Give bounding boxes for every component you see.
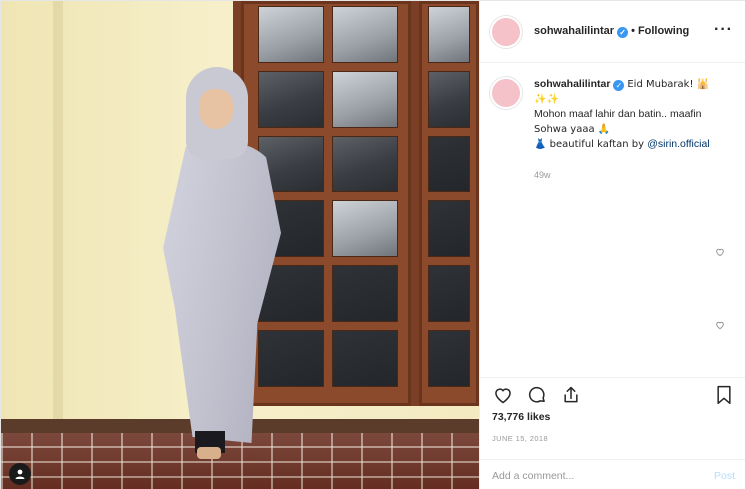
caption-line-1b: ✨✨ [534,94,559,105]
caption-line-1: Eid Mubarak! 🕌 [627,79,710,90]
comments-area: sohwahalilintar ✓ Eid Mubarak! 🕌 ✨✨ Mohon… [480,63,745,377]
comment-like-icon[interactable] [715,247,725,260]
post-container: sohwahalilintar ✓ • Following ··· sohwahali… [0,0,745,489]
comment-icon [528,386,545,403]
bookmark-icon [717,385,731,405]
user-tag-icon[interactable] [9,463,31,485]
share-button[interactable] [560,384,582,406]
mention-link[interactable]: @sirin.official [647,138,709,150]
post-side-panel: sohwahalilintar ✓ • Following ··· sohwahali… [479,1,745,489]
share-icon [564,386,578,403]
photo-person [151,61,291,461]
post-caption: sohwahalilintar ✓ Eid Mubarak! 🕌 ✨✨ Mohon… [490,77,734,152]
username-link[interactable]: sohwahalilintar [534,25,614,37]
caption-avatar[interactable] [490,77,522,109]
caption-time: 49w [534,170,551,180]
post-date: JUNE 15, 2018 [492,434,549,443]
following-button[interactable]: Following [638,25,689,37]
post-actions: 73,776 likes JUNE 15, 2018 Post [480,377,745,489]
like-count[interactable]: 73,776 likes [492,411,550,423]
verified-badge-icon: ✓ [617,27,629,38]
comment-button[interactable] [526,384,548,406]
like-button[interactable] [492,384,514,406]
caption-line-3: Sohwa yaaa 🙏 [534,124,611,135]
post-photo[interactable] [1,1,479,489]
post-comment-button[interactable]: Post [714,470,735,482]
comment-input[interactable] [492,469,714,482]
verified-badge-icon: ✓ [613,80,625,91]
caption-line-4: 👗 beautiful kaftan by [534,139,648,150]
caption-username[interactable]: sohwahalilintar [534,78,610,90]
avatar[interactable] [490,15,522,48]
caption-line-2: Mohon maaf lahir dan batin.. maafin [534,108,702,120]
comment-like-icon[interactable] [715,320,725,333]
heart-icon [495,388,511,404]
more-options-icon[interactable]: ··· [714,22,733,38]
save-button[interactable] [713,384,735,406]
separator-dot: • [631,25,635,37]
post-header: sohwahalilintar ✓ • Following ··· [480,1,745,63]
add-comment-bar: Post [480,459,745,489]
